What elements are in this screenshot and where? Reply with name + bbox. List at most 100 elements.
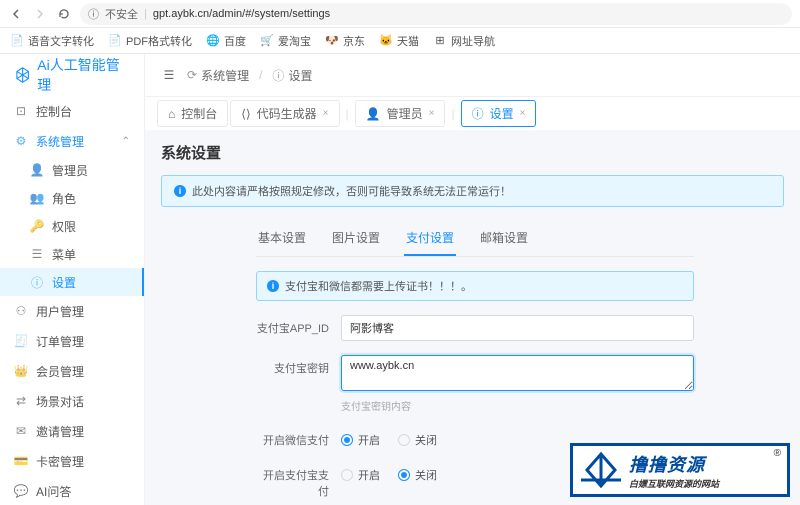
close-icon[interactable]: × [520,108,526,119]
info-icon: ⓘ [30,275,44,289]
logo-icon [14,66,31,84]
sidebar-item-settings[interactable]: ⓘ设置 [0,268,144,296]
radio-wechat-on[interactable]: 开启 [341,432,380,448]
watermark-title: 撸撸资源 [629,451,719,477]
info-icon: i [267,280,279,292]
radio-icon [398,434,410,446]
tabs-row: ⌂控制台 ⟨⟩代码生成器× | 👤管理员× | ⓘ设置× [145,96,800,130]
sidebar-toggle[interactable]: ☰ [161,67,177,83]
tab-email[interactable]: 邮箱设置 [478,223,530,256]
registered-icon: ® [774,448,781,459]
address-bar[interactable]: ⓘ 不安全 | gpt.aybk.cn/admin/#/system/setti… [80,3,792,25]
browser-toolbar: ⓘ 不安全 | gpt.aybk.cn/admin/#/system/setti… [0,0,800,28]
doc-icon: 📄 [10,34,24,48]
baidu-icon: 🌐 [206,34,220,48]
card-icon: 💳 [14,454,28,468]
sidebar-item-cards[interactable]: 💳卡密管理 [0,446,144,476]
sidebar-item-roles[interactable]: 👥角色 [0,184,144,212]
home-icon: ⌂ [168,107,175,121]
reload-button[interactable] [56,6,72,22]
invite-icon: ✉ [14,424,28,438]
user-icon: 👤 [30,163,44,177]
bookmark-item[interactable]: 🌐百度 [206,33,246,49]
order-icon: 🧾 [14,334,28,348]
chevron-up-icon: ⌃ [122,136,130,147]
bookmark-item[interactable]: 🐱天猫 [379,33,419,49]
tab-settings[interactable]: ⓘ设置× [461,100,537,127]
sidebar: Ai人工智能管理 ⊡控制台 ⚙系统管理⌃ 👤管理员 👥角色 🔑权限 ☰菜单 ⓘ设… [0,54,145,505]
bookmark-item[interactable]: 📄语音文字转化 [10,33,94,49]
row-alipay-secret: 支付宝密钥 支付宝密钥内容 [256,355,694,413]
tab-payment[interactable]: 支付设置 [404,223,456,256]
radio-icon [341,469,353,481]
role-icon: 👥 [30,191,44,205]
chat-icon: 💬 [14,484,28,498]
tmall-icon: 🐱 [379,34,393,48]
bookmark-item[interactable]: 🛒爱淘宝 [260,33,311,49]
bookmarks-bar: 📄语音文字转化 📄PDF格式转化 🌐百度 🛒爱淘宝 🐶京东 🐱天猫 ⊞网址导航 [0,28,800,54]
sidebar-item-invites[interactable]: ✉邀请管理 [0,416,144,446]
breadcrumb-row: ☰ ⟳ 系统管理 / ⓘ 设置 [145,54,800,96]
radio-wechat-off[interactable]: 关闭 [398,432,437,448]
brand-logo[interactable]: Ai人工智能管理 [0,54,144,96]
users-icon: ⚇ [14,304,28,318]
tab-admins[interactable]: 👤管理员× [355,100,446,127]
code-icon: ⟨⟩ [241,107,250,121]
breadcrumb-root[interactable]: ⟳ 系统管理 [187,67,249,84]
tab-image[interactable]: 图片设置 [330,223,382,256]
menu-icon: ☰ [30,247,44,261]
member-icon: 👑 [14,364,28,378]
watermark-subtitle: 白嫖互联网资源的网站 [629,477,719,490]
label-wechat-enable: 开启微信支付 [256,427,341,448]
radio-alipay-on[interactable]: 开启 [341,467,380,483]
doc-icon: 📄 [108,34,122,48]
gear-icon: ⚙ [14,134,28,148]
gear-icon: ⓘ [472,105,484,122]
sidebar-group-system[interactable]: ⚙系统管理⌃ [0,126,144,156]
sidebar-item-aichat[interactable]: 💬AI问答 [0,476,144,505]
label-alipay-appid: 支付宝APP_ID [256,315,341,336]
main-area: ☰ ⟳ 系统管理 / ⓘ 设置 ⌂控制台 ⟨⟩代码生成器× | 👤管理员× | … [145,54,800,505]
tab-dashboard[interactable]: ⌂控制台 [157,100,228,127]
insecure-icon: ⓘ [88,6,99,22]
radio-icon [398,469,410,481]
brand-text: Ai人工智能管理 [37,55,130,95]
key-icon: 🔑 [30,219,44,233]
label-alipay-enable: 开启支付宝支付 [256,462,341,499]
sidebar-item-members[interactable]: 👑会员管理 [0,356,144,386]
radio-alipay-off[interactable]: 关闭 [398,467,437,483]
taobao-icon: 🛒 [260,34,274,48]
top-alert: i 此处内容请严格按照规定修改，否则可能导致系统无法正常运行！ [161,175,784,207]
sidebar-item-admins[interactable]: 👤管理员 [0,156,144,184]
tab-codegen[interactable]: ⟨⟩代码生成器× [230,100,339,127]
sidebar-item-permissions[interactable]: 🔑权限 [0,212,144,240]
label-alipay-secret: 支付宝密钥 [256,355,341,376]
dashboard-icon: ⊡ [14,104,28,118]
bookmark-item[interactable]: 📄PDF格式转化 [108,33,192,49]
input-alipay-appid[interactable] [341,315,694,341]
help-alipay-secret: 支付宝密钥内容 [341,398,694,413]
textarea-alipay-secret[interactable] [341,355,694,391]
close-icon[interactable]: × [323,108,329,119]
sidebar-item-scenes[interactable]: ⇄场景对话 [0,386,144,416]
tab-basic[interactable]: 基本设置 [256,223,308,256]
forward-button[interactable] [32,6,48,22]
sidebar-item-menus[interactable]: ☰菜单 [0,240,144,268]
sidebar-item-dashboard[interactable]: ⊡控制台 [0,96,144,126]
user-icon: 👤 [366,107,381,121]
close-icon[interactable]: × [429,108,435,119]
sidebar-item-users[interactable]: ⚇用户管理 [0,296,144,326]
watermark-logo-icon [581,450,621,490]
sidebar-item-orders[interactable]: 🧾订单管理 [0,326,144,356]
bookmark-item[interactable]: ⊞网址导航 [433,33,495,49]
page-title: 系统设置 [161,142,784,163]
info-icon: i [174,185,186,197]
insecure-label: 不安全 [105,6,138,22]
watermark-overlay: 撸撸资源 白嫖互联网资源的网站 ® [570,443,790,497]
back-button[interactable] [8,6,24,22]
breadcrumb-current: ⓘ 设置 [272,67,312,84]
url-text: gpt.aybk.cn/admin/#/system/settings [153,8,330,20]
payment-alert: i 支付宝和微信都需要上传证书！！！。 [256,271,694,301]
bookmark-item[interactable]: 🐶京东 [325,33,365,49]
radio-icon [341,434,353,446]
